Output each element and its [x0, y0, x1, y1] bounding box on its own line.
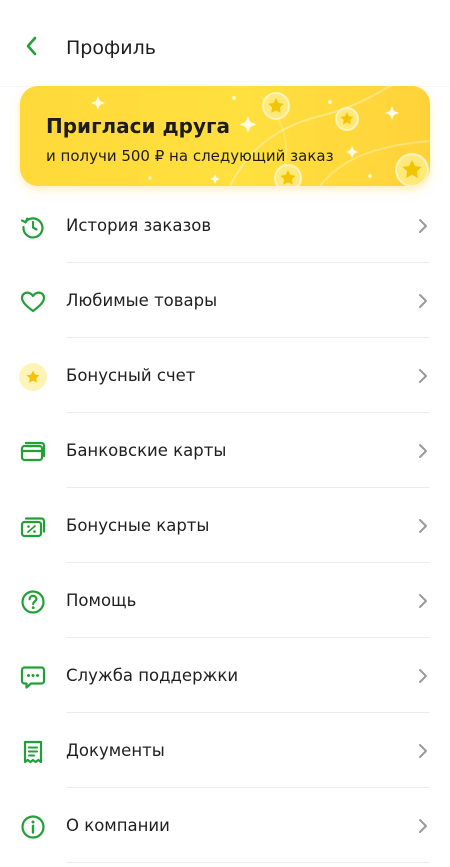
menu-item-help[interactable]: Помощь — [0, 563, 450, 638]
chevron-right-icon — [419, 369, 427, 383]
menu-item-support[interactable]: Служба поддержки — [0, 638, 450, 713]
menu-item-label: Банковские карты — [66, 441, 227, 460]
menu-item-label: Любимые товары — [66, 291, 218, 310]
menu-item-bonus-account[interactable]: Бонусный счет — [0, 338, 450, 413]
chevron-left-icon — [26, 36, 37, 56]
menu-item-label: Бонусный счет — [66, 366, 196, 385]
info-icon — [21, 815, 45, 839]
profile-screen: Профиль Пригласи друга и получи 500 ₽ на… — [0, 0, 450, 867]
menu-item-documents[interactable]: Документы — [0, 713, 450, 788]
heart-icon — [20, 291, 46, 313]
menu-item-label: О компании — [66, 816, 170, 835]
chevron-right-icon — [419, 519, 427, 533]
menu-item-bonus-cards[interactable]: Бонусные карты — [0, 488, 450, 563]
invite-friend-banner[interactable]: Пригласи друга и получи 500 ₽ на следующ… — [20, 86, 430, 186]
back-button[interactable] — [16, 30, 48, 62]
menu-item-label: Бонусные карты — [66, 516, 210, 535]
history-icon — [20, 217, 44, 239]
menu-item-order-history[interactable]: История заказов — [0, 188, 450, 263]
bonus-card-icon — [20, 517, 46, 538]
menu-item-favorites[interactable]: Любимые товары — [0, 263, 450, 338]
divider — [66, 862, 430, 863]
bank-card-icon — [20, 441, 46, 462]
question-icon — [21, 590, 45, 614]
star-coin-icon — [19, 363, 47, 391]
page-title: Профиль — [66, 37, 156, 59]
banner-subtitle: и получи 500 ₽ на следующий заказ — [46, 147, 334, 165]
banner-title: Пригласи друга — [46, 114, 230, 138]
menu-item-bank-cards[interactable]: Банковские карты — [0, 413, 450, 488]
top-app-bar: Профиль — [0, 0, 450, 86]
menu-item-label: Документы — [66, 741, 165, 760]
chevron-right-icon — [419, 444, 427, 458]
menu-item-label: Служба поддержки — [66, 666, 239, 685]
menu-item-label: История заказов — [66, 216, 212, 235]
profile-menu: История заказов Любимые товары Бонусный … — [0, 188, 450, 863]
menu-item-label: Помощь — [66, 591, 137, 610]
menu-item-about-company[interactable]: О компании — [0, 788, 450, 863]
chevron-right-icon — [419, 294, 427, 308]
chevron-right-icon — [419, 819, 427, 833]
document-icon — [23, 740, 43, 764]
chevron-right-icon — [419, 219, 427, 233]
chevron-right-icon — [419, 744, 427, 758]
chat-icon — [20, 666, 46, 689]
chevron-right-icon — [419, 669, 427, 683]
chevron-right-icon — [419, 594, 427, 608]
